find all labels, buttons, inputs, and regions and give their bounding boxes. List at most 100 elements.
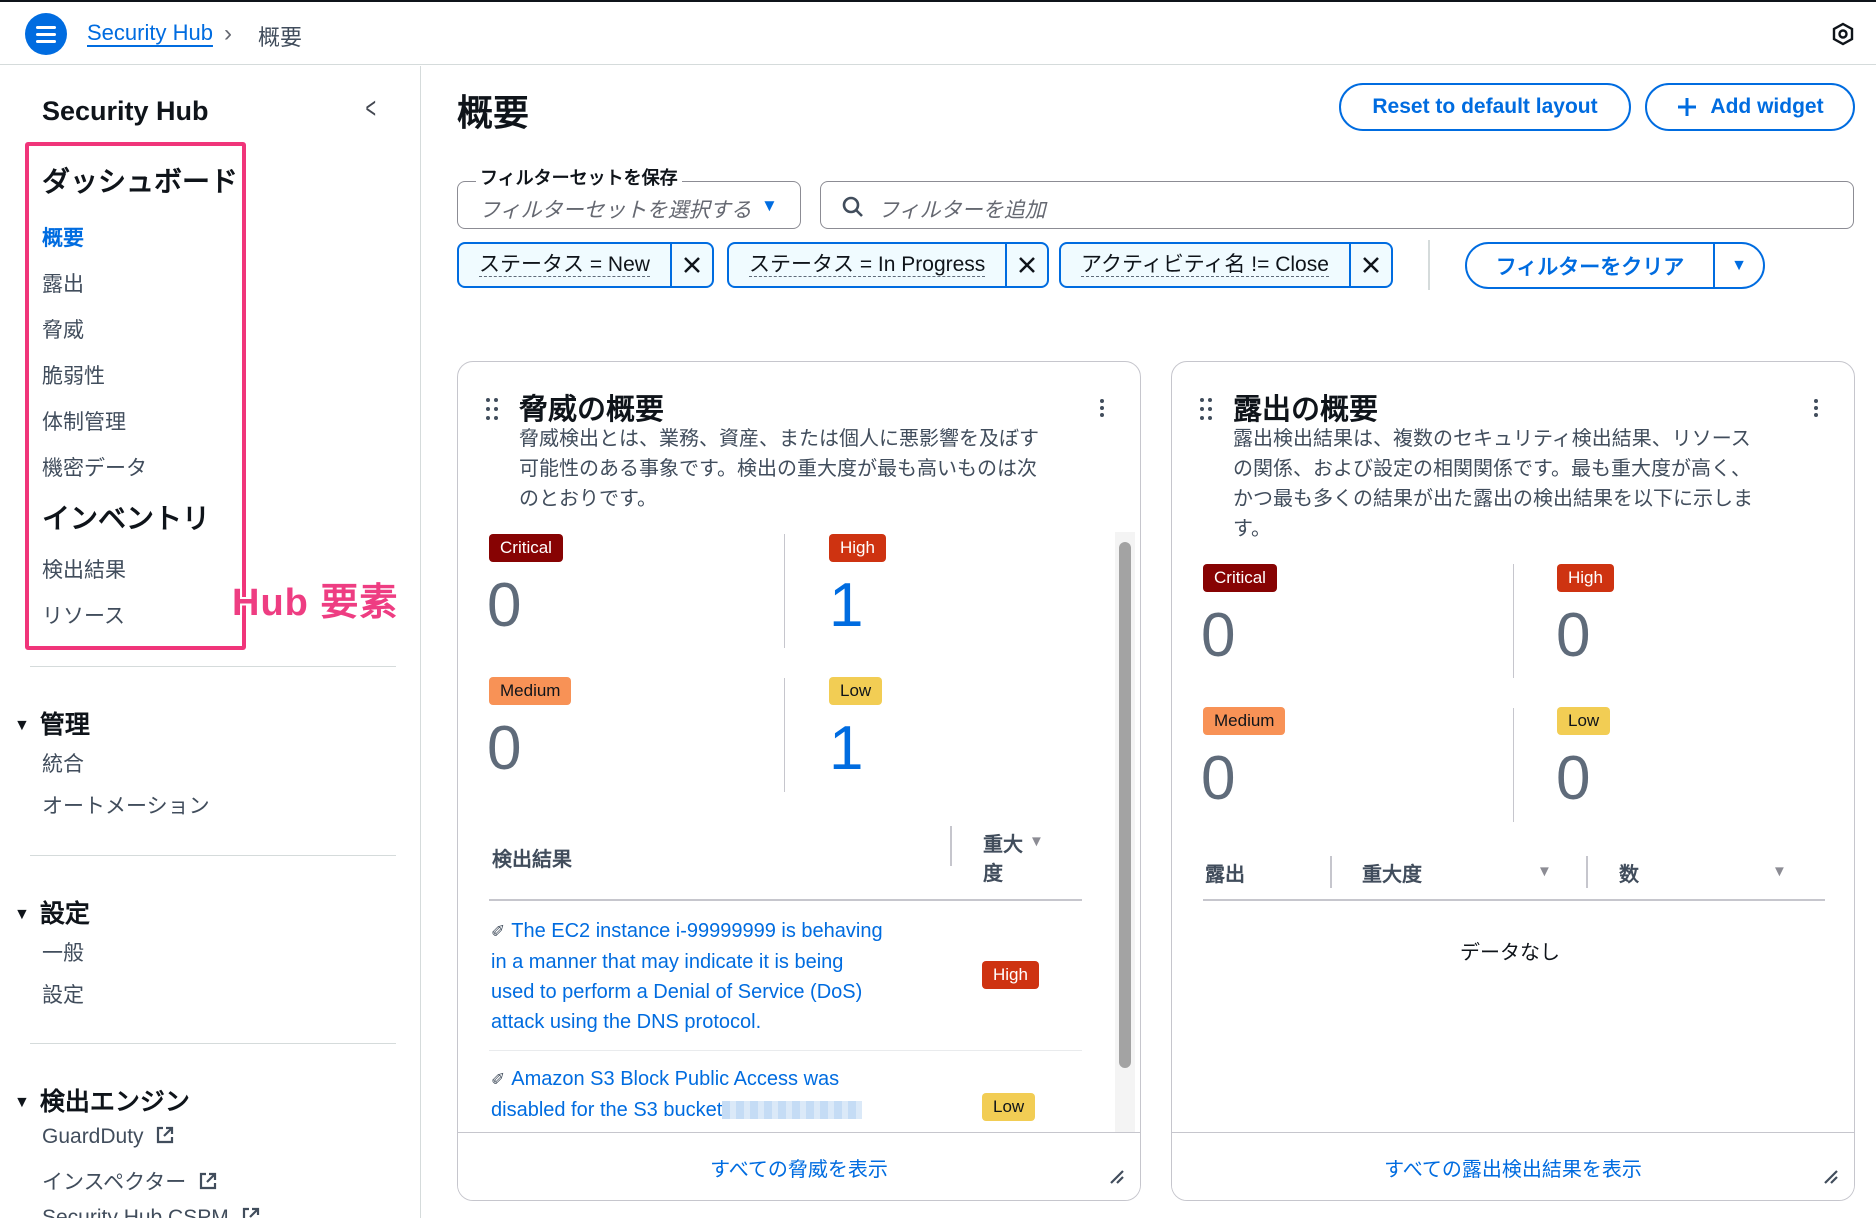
group-management[interactable]: ▼ 管理 xyxy=(14,705,90,741)
column-separator[interactable] xyxy=(1586,856,1588,888)
drag-handle-icon[interactable] xyxy=(486,398,498,420)
sidebar-item-threats[interactable]: 脅威 xyxy=(42,314,84,344)
reset-layout-button[interactable]: Reset to default layout xyxy=(1339,83,1631,131)
caret-down-icon[interactable]: ▼ xyxy=(1537,863,1552,880)
column-separator[interactable] xyxy=(1330,856,1332,888)
token-label: アクティビティ名 != Close xyxy=(1081,252,1329,277)
filter-token-status-new[interactable]: ステータス = New xyxy=(457,242,714,288)
menu-icon[interactable] xyxy=(25,13,67,55)
severity-badge-high: High xyxy=(982,961,1039,989)
column-separator[interactable] xyxy=(950,826,952,866)
filter-token-activity-name[interactable]: アクティビティ名 != Close xyxy=(1059,242,1393,288)
high-count[interactable]: 1 xyxy=(829,570,863,641)
low-count[interactable]: 1 xyxy=(829,713,863,784)
token-label: ステータス = In Progress xyxy=(749,252,986,277)
breadcrumb-link-security-hub[interactable]: Security Hub xyxy=(87,20,213,46)
sidebar-item-settings[interactable]: 設定 xyxy=(42,979,84,1009)
threats-summary-widget: 脅威の概要 脅威検出とは、業務、資産、または個人に悪影響を及ぼす 可能性のある事… xyxy=(457,361,1141,1201)
divider xyxy=(1428,240,1430,290)
finding-link[interactable]: ✐ Amazon S3 Block Public Access was disab… xyxy=(491,1064,931,1125)
sidebar-item-inspector[interactable]: インスペクター xyxy=(42,1166,218,1196)
resize-icon[interactable] xyxy=(1108,1168,1124,1184)
column-header-findings: 検出結果 xyxy=(492,849,572,871)
medium-count[interactable]: 0 xyxy=(487,713,521,784)
sidebar-item-resources[interactable]: リソース xyxy=(42,600,125,630)
column-header-count[interactable]: 数 xyxy=(1619,858,1639,887)
finding-link[interactable]: ✐ The EC2 instance i-99999999 is behaving… xyxy=(491,916,931,1037)
severity-badge-medium: Medium xyxy=(489,677,572,705)
sidebar-item-posture-management[interactable]: 体制管理 xyxy=(42,406,126,436)
resize-icon[interactable] xyxy=(1822,1168,1838,1184)
view-all-threats-link[interactable]: すべての脅威を表示 xyxy=(458,1153,1140,1182)
token-label: ステータス = New xyxy=(479,252,650,277)
severity-badge-high: High xyxy=(1557,564,1614,592)
divider xyxy=(30,666,396,667)
scrollbar-thumb[interactable] xyxy=(1119,542,1131,1068)
drag-handle-icon[interactable] xyxy=(1200,398,1212,420)
pin-icon: ✐ xyxy=(491,922,506,941)
caret-down-icon: ▼ xyxy=(14,906,30,923)
view-all-exposures-link[interactable]: すべての露出検出結果を表示 xyxy=(1172,1153,1854,1182)
caret-down-icon: ▼ xyxy=(14,717,30,734)
sidebar-item-vulnerabilities[interactable]: 脆弱性 xyxy=(42,360,105,390)
divider xyxy=(30,855,396,856)
column-header-exposure: 露出 xyxy=(1205,864,1245,886)
external-link-icon xyxy=(157,1126,174,1144)
notifications-icon[interactable] xyxy=(1831,22,1855,46)
sidebar-item-automations[interactable]: オートメーション xyxy=(42,790,210,820)
severity-badge-low: Low xyxy=(829,677,883,705)
search-icon xyxy=(842,196,863,217)
sidebar-item-overview[interactable]: 概要 xyxy=(42,222,84,252)
sidebar-item-general[interactable]: 一般 xyxy=(42,937,84,967)
divider xyxy=(30,1043,396,1044)
caret-down-icon: ▼ xyxy=(14,1094,30,1111)
widget-footer: すべての脅威を表示 xyxy=(458,1132,1140,1200)
divider xyxy=(784,678,785,792)
critical-count[interactable]: 0 xyxy=(1201,600,1235,671)
widget-footer: すべての露出検出結果を表示 xyxy=(1172,1132,1854,1200)
chevron-right-icon: › xyxy=(224,20,232,47)
close-icon[interactable] xyxy=(1348,244,1391,286)
sidebar-item-exposure[interactable]: 露出 xyxy=(42,268,84,298)
sidebar-item-integrations[interactable]: 統合 xyxy=(42,748,84,778)
widget-title: 脅威の概要 xyxy=(519,394,665,426)
redacted-text xyxy=(722,1101,863,1119)
column-header-severity[interactable]: 重大度 xyxy=(1362,858,1422,887)
external-link-icon xyxy=(242,1207,259,1218)
severity-badge-low: Low xyxy=(982,1093,1036,1121)
plus-icon xyxy=(1678,98,1697,116)
page-title: 概要 xyxy=(457,92,530,133)
filter-token-status-in-progress[interactable]: ステータス = In Progress xyxy=(727,242,1050,288)
group-detection-engines[interactable]: ▼ 検出エンジン xyxy=(14,1082,190,1118)
top-navigation-bar: Security Hub › 概要 xyxy=(0,0,1876,65)
search-placeholder: フィルターを追加 xyxy=(878,199,1046,222)
more-vertical-icon[interactable] xyxy=(1813,396,1819,420)
group-settings[interactable]: ▼ 設定 xyxy=(14,894,90,930)
clear-filters-button-group: フィルターをクリア ▼ xyxy=(1465,242,1765,289)
high-count[interactable]: 0 xyxy=(1556,600,1590,671)
add-widget-button[interactable]: Add widget xyxy=(1645,83,1855,131)
low-count[interactable]: 0 xyxy=(1556,743,1590,814)
divider xyxy=(1513,708,1514,822)
sidebar-item-sensitive-data[interactable]: 機密データ xyxy=(42,452,147,482)
widget-title: 露出の概要 xyxy=(1233,394,1379,426)
close-icon[interactable] xyxy=(669,244,712,286)
sidebar-item-findings[interactable]: 検出結果 xyxy=(42,554,126,584)
caret-down-icon[interactable]: ▼ xyxy=(1715,244,1763,287)
filter-search-input[interactable]: フィルターを追加 xyxy=(820,181,1854,229)
caret-down-icon[interactable]: ▼ xyxy=(1029,833,1044,850)
sidebar-item-guardduty[interactable]: GuardDuty xyxy=(42,1125,175,1149)
critical-count[interactable]: 0 xyxy=(487,570,521,641)
pin-icon: ✐ xyxy=(491,1070,506,1089)
medium-count[interactable]: 0 xyxy=(1201,743,1235,814)
divider xyxy=(1513,564,1514,678)
close-icon[interactable] xyxy=(1005,244,1047,286)
chevron-left-icon[interactable]: < xyxy=(366,92,377,126)
clear-filters-button[interactable]: フィルターをクリア xyxy=(1467,244,1715,287)
caret-down-icon[interactable]: ▼ xyxy=(1772,863,1787,880)
section-dashboard: ダッシュボード xyxy=(42,166,239,197)
sidebar-item-security-hub-cspm[interactable]: Security Hub CSPM xyxy=(42,1206,261,1218)
column-header-severity[interactable]: 重大 度 xyxy=(983,828,1023,886)
more-vertical-icon[interactable] xyxy=(1099,396,1105,420)
divider xyxy=(784,534,785,648)
